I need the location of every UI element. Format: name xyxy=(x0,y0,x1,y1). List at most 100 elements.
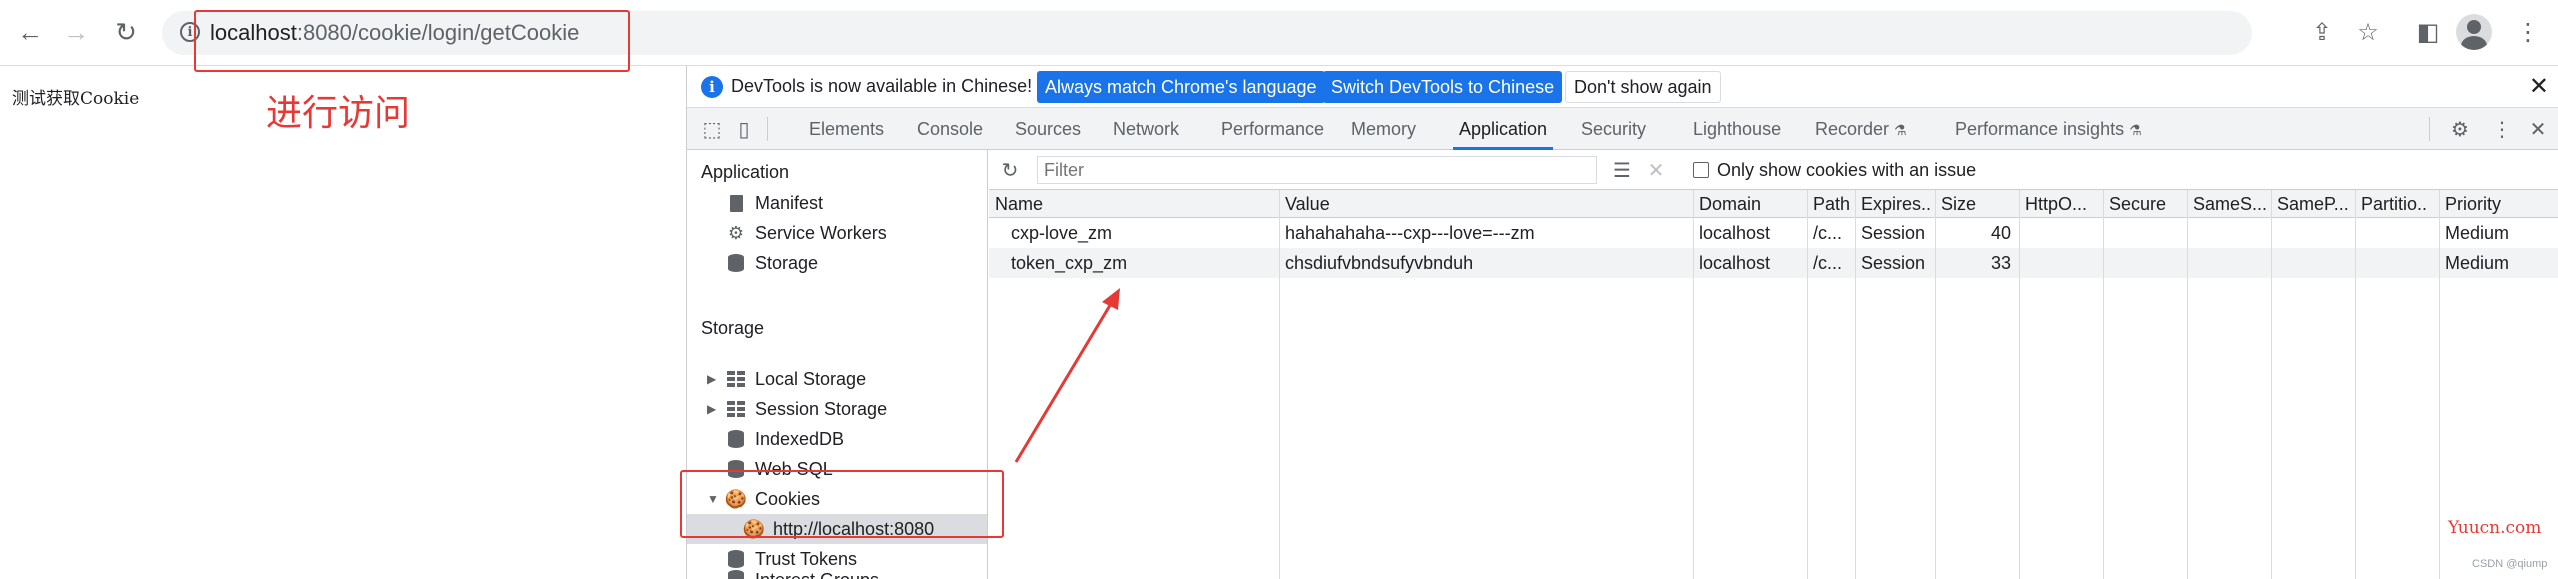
column-header[interactable]: Expires.. xyxy=(1855,190,1935,218)
sidebar-item-storage-overview[interactable]: Storage xyxy=(725,248,818,278)
column-header[interactable]: Value xyxy=(1279,190,1693,218)
address-bar[interactable]: i localhost:8080/cookie/login/getCookie xyxy=(162,11,2252,55)
table-cell: hahahahaha---cxp---love=---zm xyxy=(1285,223,1535,243)
table-cell xyxy=(2271,218,2355,248)
forward-icon[interactable]: → xyxy=(56,12,96,52)
table-cell: /c... xyxy=(1813,253,1843,273)
column-header[interactable]: Domain xyxy=(1693,190,1807,218)
close-infobar-icon[interactable]: ✕ xyxy=(2529,72,2549,101)
close-devtools-icon[interactable]: ✕ xyxy=(2525,116,2551,142)
sidebar-item-label: Cookies xyxy=(755,488,821,509)
tab-performance[interactable]: Performance xyxy=(1221,108,1324,150)
table-cell: 40 xyxy=(1990,223,2011,243)
sidebar-section-storage: Storage xyxy=(701,318,765,338)
tab-console[interactable]: Console xyxy=(917,108,983,150)
menu-kebab-icon[interactable]: ⋮ xyxy=(2508,12,2548,52)
column-divider xyxy=(2187,190,2188,579)
column-divider xyxy=(2271,190,2272,579)
reload-icon[interactable]: ↻ xyxy=(106,12,146,52)
column-header[interactable]: Path xyxy=(1807,190,1855,218)
table-cell: Medium xyxy=(2445,253,2510,273)
clear-filtered-icon[interactable]: ☰ xyxy=(1609,157,1635,183)
sidebar-item-session-storage[interactable]: Session Storage xyxy=(725,394,887,424)
tab-security[interactable]: Security xyxy=(1581,108,1646,150)
sidebar-item-label: Local Storage xyxy=(755,368,867,389)
sidebar-item-label: Interest Groups xyxy=(755,570,879,579)
table-cell: Medium xyxy=(2445,223,2510,243)
tab-lighthouse[interactable]: Lighthouse xyxy=(1693,108,1781,150)
table-cell: localhost xyxy=(1699,253,1771,273)
watermark-credit: CSDN @qiump xyxy=(2472,558,2548,570)
sidebar-item-label: IndexedDB xyxy=(755,428,845,449)
column-header[interactable]: Name xyxy=(989,190,1279,218)
refresh-icon[interactable]: ↻ xyxy=(997,157,1023,183)
column-header[interactable]: Priority xyxy=(2439,190,2558,218)
cookie-icon: 🍪 xyxy=(742,518,766,539)
database-icon xyxy=(725,430,747,448)
page-content-text: 测试获取Cookie xyxy=(12,89,140,109)
sidebar-item-cookie-origin[interactable]: 🍪 http://localhost:8080 xyxy=(687,514,987,544)
column-header[interactable]: SameS... xyxy=(2187,190,2271,218)
cookie-icon: 🍪 xyxy=(724,488,748,509)
column-header[interactable]: HttpO... xyxy=(2019,190,2103,218)
delete-selected-icon[interactable]: ✕ xyxy=(1643,157,1669,183)
sidebar-section-application: Application xyxy=(701,162,790,182)
device-toolbar-icon[interactable]: ▯ xyxy=(731,116,757,142)
match-language-button[interactable]: Always match Chrome's language xyxy=(1037,71,1325,103)
url-text[interactable]: localhost:8080/cookie/login/getCookie xyxy=(210,20,579,46)
tab-elements[interactable]: Elements xyxy=(809,108,884,150)
sidebar-item-indexeddb[interactable]: IndexedDB xyxy=(725,424,844,454)
sidebar-item-manifest[interactable]: Manifest xyxy=(725,188,823,218)
back-icon[interactable]: ← xyxy=(10,12,50,52)
column-header[interactable]: Secure xyxy=(2103,190,2187,218)
table-cell xyxy=(2103,218,2187,248)
table-cell xyxy=(2355,218,2439,248)
experiment-flask-icon: ⚗ xyxy=(2129,122,2142,138)
inspect-element-icon[interactable]: ⬚ xyxy=(699,116,725,142)
expand-arrow-icon[interactable]: ▶ xyxy=(707,402,716,416)
sidebar-item-local-storage[interactable]: Local Storage xyxy=(725,364,866,394)
sidebar-item-cookies[interactable]: 🍪 Cookies xyxy=(725,484,820,514)
tab-network[interactable]: Network xyxy=(1113,108,1179,150)
tab-memory[interactable]: Memory xyxy=(1351,108,1416,150)
experiment-flask-icon: ⚗ xyxy=(1894,122,1907,138)
devtools-menu-icon[interactable]: ⋮ xyxy=(2489,116,2515,142)
only-issue-label: Only show cookies with an issue xyxy=(1717,160,1977,180)
share-icon[interactable]: ⇪ xyxy=(2302,12,2342,52)
column-header[interactable]: Partitio.. xyxy=(2355,190,2439,218)
tab-sources[interactable]: Sources xyxy=(1015,108,1081,150)
url-path: :8080/cookie/login/getCookie xyxy=(296,20,580,45)
sidebar-item-label: Session Storage xyxy=(755,398,888,419)
sidebar-item-service-workers[interactable]: ⚙ Service Workers xyxy=(725,218,887,248)
table-cell: /c... xyxy=(1813,223,1843,243)
bookmark-star-icon[interactable]: ☆ xyxy=(2348,12,2388,52)
table-cell xyxy=(2271,248,2355,278)
profile-avatar[interactable] xyxy=(2456,14,2492,50)
sidebar-item-label: Web SQL xyxy=(755,458,833,479)
column-header[interactable]: Size xyxy=(1935,190,2019,218)
column-header[interactable]: SameP... xyxy=(2271,190,2355,218)
sidebar-item-web-sql[interactable]: Web SQL xyxy=(725,454,833,484)
infobar-message: DevTools is now available in Chinese! xyxy=(731,76,1033,96)
table-cell: token_cxp_zm xyxy=(1011,253,1128,273)
database-icon xyxy=(725,550,747,568)
filter-input[interactable] xyxy=(1037,156,1597,184)
collapse-arrow-icon[interactable]: ▼ xyxy=(707,492,719,506)
tab-application[interactable]: Application xyxy=(1453,108,1554,150)
table-cell xyxy=(2103,248,2187,278)
tab-performance-insights[interactable]: Performance insights ⚗ xyxy=(1955,108,2142,150)
application-sidebar: Application Manifest ⚙ Service Workers S… xyxy=(687,150,988,579)
dont-show-again-button[interactable]: Don't show again xyxy=(1565,71,1721,103)
site-info-icon[interactable]: i xyxy=(180,22,200,42)
only-issue-checkbox[interactable] xyxy=(1693,162,1709,178)
settings-gear-icon[interactable]: ⚙ xyxy=(2447,116,2473,142)
tab-recorder[interactable]: Recorder ⚗ xyxy=(1815,108,1907,150)
switch-chinese-button[interactable]: Switch DevTools to Chinese xyxy=(1323,71,1563,103)
sidebar-item-label: Storage xyxy=(755,252,819,273)
expand-arrow-icon[interactable]: ▶ xyxy=(707,372,716,386)
side-panel-icon[interactable]: ◧ xyxy=(2408,12,2448,52)
sidebar-item-interest-groups[interactable]: Interest Groups xyxy=(725,570,879,579)
column-divider xyxy=(1693,190,1694,579)
cookie-table: Name Value Domain Path Expires.. Size HttpO...… xyxy=(989,190,2558,579)
table-cell: 33 xyxy=(1990,253,2011,273)
